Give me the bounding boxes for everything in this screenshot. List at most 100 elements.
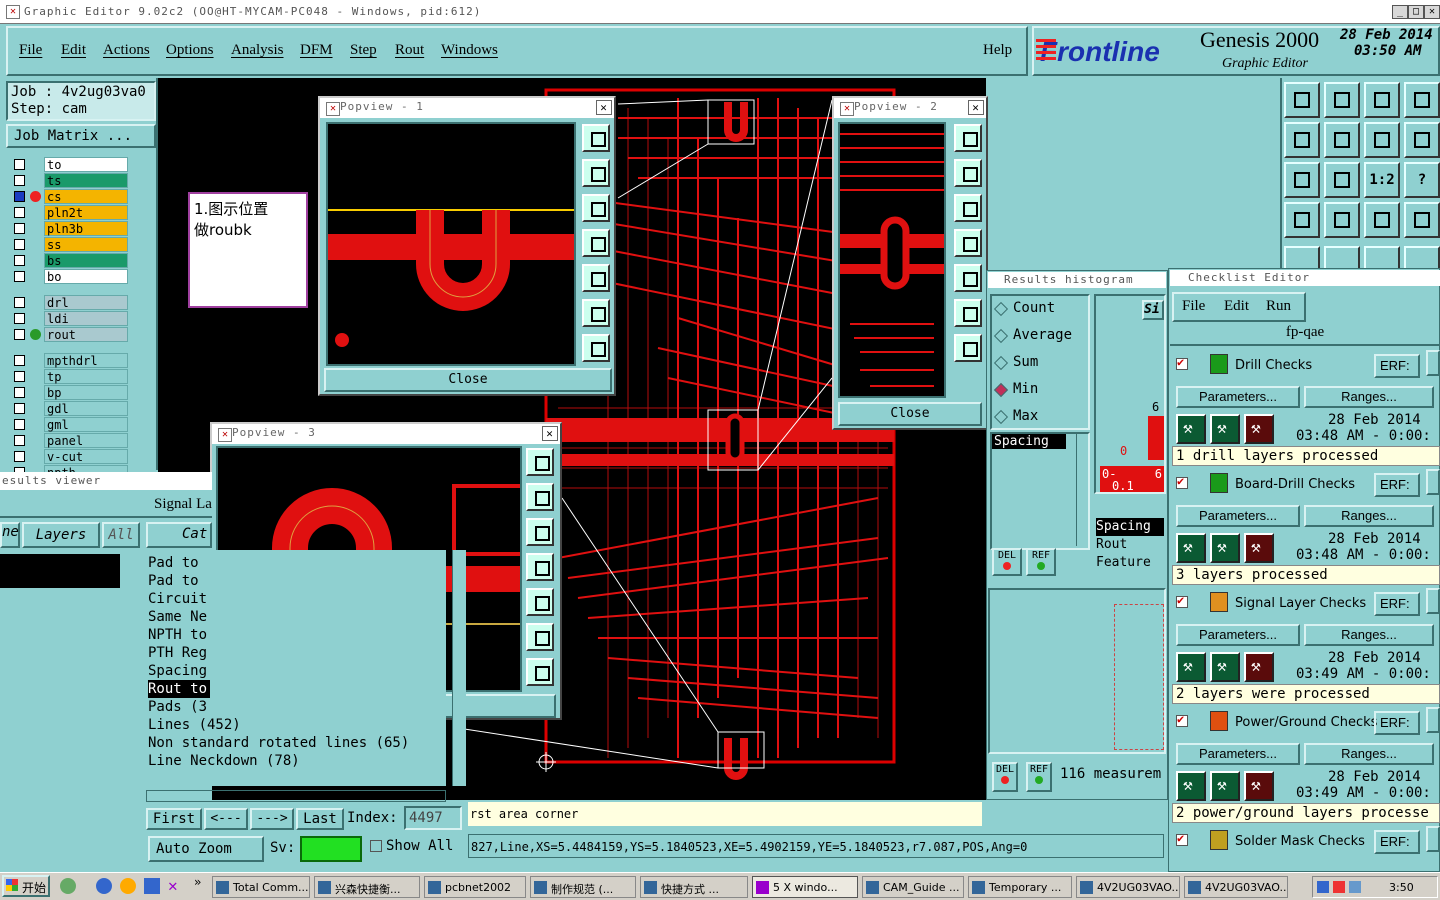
p3tools-tool-1-icon[interactable] xyxy=(526,483,554,511)
p3tools-tool-5-icon[interactable] xyxy=(526,623,554,651)
check-enabled-checkbox[interactable] xyxy=(1176,474,1188,489)
layer-row-tp[interactable]: tp xyxy=(10,369,128,384)
option-min[interactable]: Min xyxy=(1013,381,1038,397)
menu-help[interactable]: Help xyxy=(983,42,1012,59)
layer-name[interactable]: cs xyxy=(44,189,128,204)
menu-dfm[interactable]: DFM xyxy=(300,42,333,59)
popview-1-titlebar[interactable]: Popview - 1 ✕ xyxy=(320,98,614,118)
erf-select[interactable]: ERF: xyxy=(1374,830,1420,854)
checklist-menu-file[interactable]: File xyxy=(1182,298,1205,315)
layer-checkbox[interactable] xyxy=(14,175,25,186)
p3tools-tool-3-icon[interactable] xyxy=(526,553,554,581)
p2tools-tool-6-icon[interactable] xyxy=(954,334,982,362)
popview-1-view[interactable] xyxy=(326,122,576,366)
run-selected-icon[interactable] xyxy=(1210,771,1240,801)
erf-select[interactable]: ERF: xyxy=(1374,711,1420,735)
redo-icon[interactable] xyxy=(1324,122,1360,158)
layer-row-bs[interactable]: bs xyxy=(10,253,128,268)
tray-icon-3[interactable] xyxy=(1349,881,1361,893)
category-item[interactable]: Rout to xyxy=(148,680,210,698)
histogram-list-item[interactable]: Spacing xyxy=(992,434,1066,449)
run-failed-icon[interactable] xyxy=(1244,533,1274,563)
layer-row-ldi[interactable]: ldi xyxy=(10,311,128,326)
sv-color-select[interactable] xyxy=(300,836,362,862)
run-failed-icon[interactable] xyxy=(1244,414,1274,444)
prev-button[interactable]: <--- xyxy=(204,808,248,830)
layer-row-bp[interactable]: bp xyxy=(10,385,128,400)
layer-name[interactable]: rout xyxy=(44,327,128,342)
menu-analysis[interactable]: Analysis xyxy=(231,42,284,59)
parameters-button[interactable]: Parameters... xyxy=(1176,743,1300,765)
p1tools-tool-2-icon[interactable] xyxy=(582,194,610,222)
option-count[interactable]: Count xyxy=(1013,300,1055,316)
layer-checkbox[interactable] xyxy=(14,387,25,398)
check-enabled-checkbox[interactable] xyxy=(1176,355,1188,370)
layer-name[interactable]: pln3b xyxy=(44,221,128,236)
toolbar-row5-0-icon[interactable] xyxy=(1284,246,1320,270)
popview-2-window[interactable]: Popview - 2 ✕ ✕ Close xyxy=(832,96,988,430)
menu-edit[interactable]: Edit xyxy=(61,42,86,59)
layers-icon[interactable] xyxy=(1364,202,1400,238)
ranges-button[interactable]: Ranges... xyxy=(1304,386,1434,408)
layer-name[interactable]: pln2t xyxy=(44,205,128,220)
layers-red-icon[interactable] xyxy=(1404,202,1440,238)
first-button[interactable]: First xyxy=(146,808,202,830)
layer-checkbox[interactable] xyxy=(14,355,25,366)
erf-dropdown[interactable] xyxy=(1426,707,1440,733)
layer-checkbox[interactable] xyxy=(14,371,25,382)
quicklaunch-more-icon[interactable]: » xyxy=(194,875,201,889)
category-item[interactable]: Same Ne xyxy=(148,608,444,626)
check-name[interactable]: Signal Layer Checks xyxy=(1235,596,1366,611)
taskbar-item[interactable]: Temporary ... xyxy=(968,876,1072,898)
taskbar-item[interactable]: 4V2UG03VAO... xyxy=(1076,876,1180,898)
layer-name[interactable]: tp xyxy=(44,369,128,384)
popview-1-close-icon[interactable]: ✕ xyxy=(596,100,612,115)
layer-row-pln3b[interactable]: pln3b xyxy=(10,221,128,236)
panel-icon[interactable] xyxy=(1404,82,1440,118)
grid-icon[interactable] xyxy=(1324,202,1360,238)
taskbar-item[interactable]: Total Comm... xyxy=(212,876,310,898)
layer-row-mpthdrl[interactable]: mpthdrl xyxy=(10,353,128,368)
layer-name[interactable]: ts xyxy=(44,173,128,188)
category-item[interactable]: Pad to xyxy=(148,572,444,590)
ref-button-2[interactable]: REF xyxy=(1026,762,1052,792)
ranges-button[interactable]: Ranges... xyxy=(1304,505,1434,527)
run-failed-icon[interactable] xyxy=(1244,771,1274,801)
layer-name[interactable]: bo xyxy=(44,269,128,284)
home-icon[interactable] xyxy=(1364,82,1400,118)
category-scrollbar[interactable] xyxy=(452,550,466,786)
layer-row-drl[interactable]: drl xyxy=(10,295,128,310)
popview-3-titlebar[interactable]: Popview - 3 ✕ xyxy=(212,424,560,444)
layer-name[interactable]: bs xyxy=(44,253,128,268)
p1tools-tool-3-icon[interactable] xyxy=(582,229,610,257)
p2tools-tool-3-icon[interactable] xyxy=(954,229,982,257)
layer-checkbox[interactable] xyxy=(14,403,25,414)
maximize-button[interactable]: □ xyxy=(1408,5,1424,19)
toolbar-row5-3-icon[interactable] xyxy=(1404,246,1440,270)
erf-dropdown[interactable] xyxy=(1426,826,1440,852)
horizontal-scrollbar[interactable] xyxy=(146,790,446,802)
ranges-button[interactable]: Ranges... xyxy=(1304,624,1434,646)
layer-checkbox[interactable] xyxy=(14,239,25,250)
help-icon[interactable]: ? xyxy=(1404,162,1440,198)
p2tools-tool-2-icon[interactable] xyxy=(954,194,982,222)
layer-checkbox[interactable] xyxy=(14,159,25,170)
run-selected-icon[interactable] xyxy=(1210,414,1240,444)
index-field[interactable]: 4497 xyxy=(404,806,462,830)
layer-row-pln2t[interactable]: pln2t xyxy=(10,205,128,220)
del-button[interactable]: DEL xyxy=(992,548,1022,576)
p2tools-tool-0-icon[interactable] xyxy=(954,124,982,152)
popview-2-titlebar[interactable]: Popview - 2 ✕ xyxy=(834,98,986,118)
ie-icon[interactable] xyxy=(96,878,112,894)
category-item[interactable]: NPTH to xyxy=(148,626,444,644)
flip-icon[interactable] xyxy=(1404,122,1440,158)
layer-row-ts[interactable]: ts xyxy=(10,173,128,188)
category-item[interactable]: Pads (3 xyxy=(148,698,444,716)
tray-icon-2[interactable] xyxy=(1333,881,1345,893)
open-icon[interactable] xyxy=(1284,82,1320,118)
check-name[interactable]: Power/Ground Checks xyxy=(1235,715,1377,730)
tab-ne[interactable]: ne xyxy=(0,522,20,548)
quicklaunch-x-icon[interactable]: ✕ xyxy=(168,876,178,895)
layer-checkbox[interactable] xyxy=(14,329,25,340)
erf-select[interactable]: ERF: xyxy=(1374,592,1420,616)
